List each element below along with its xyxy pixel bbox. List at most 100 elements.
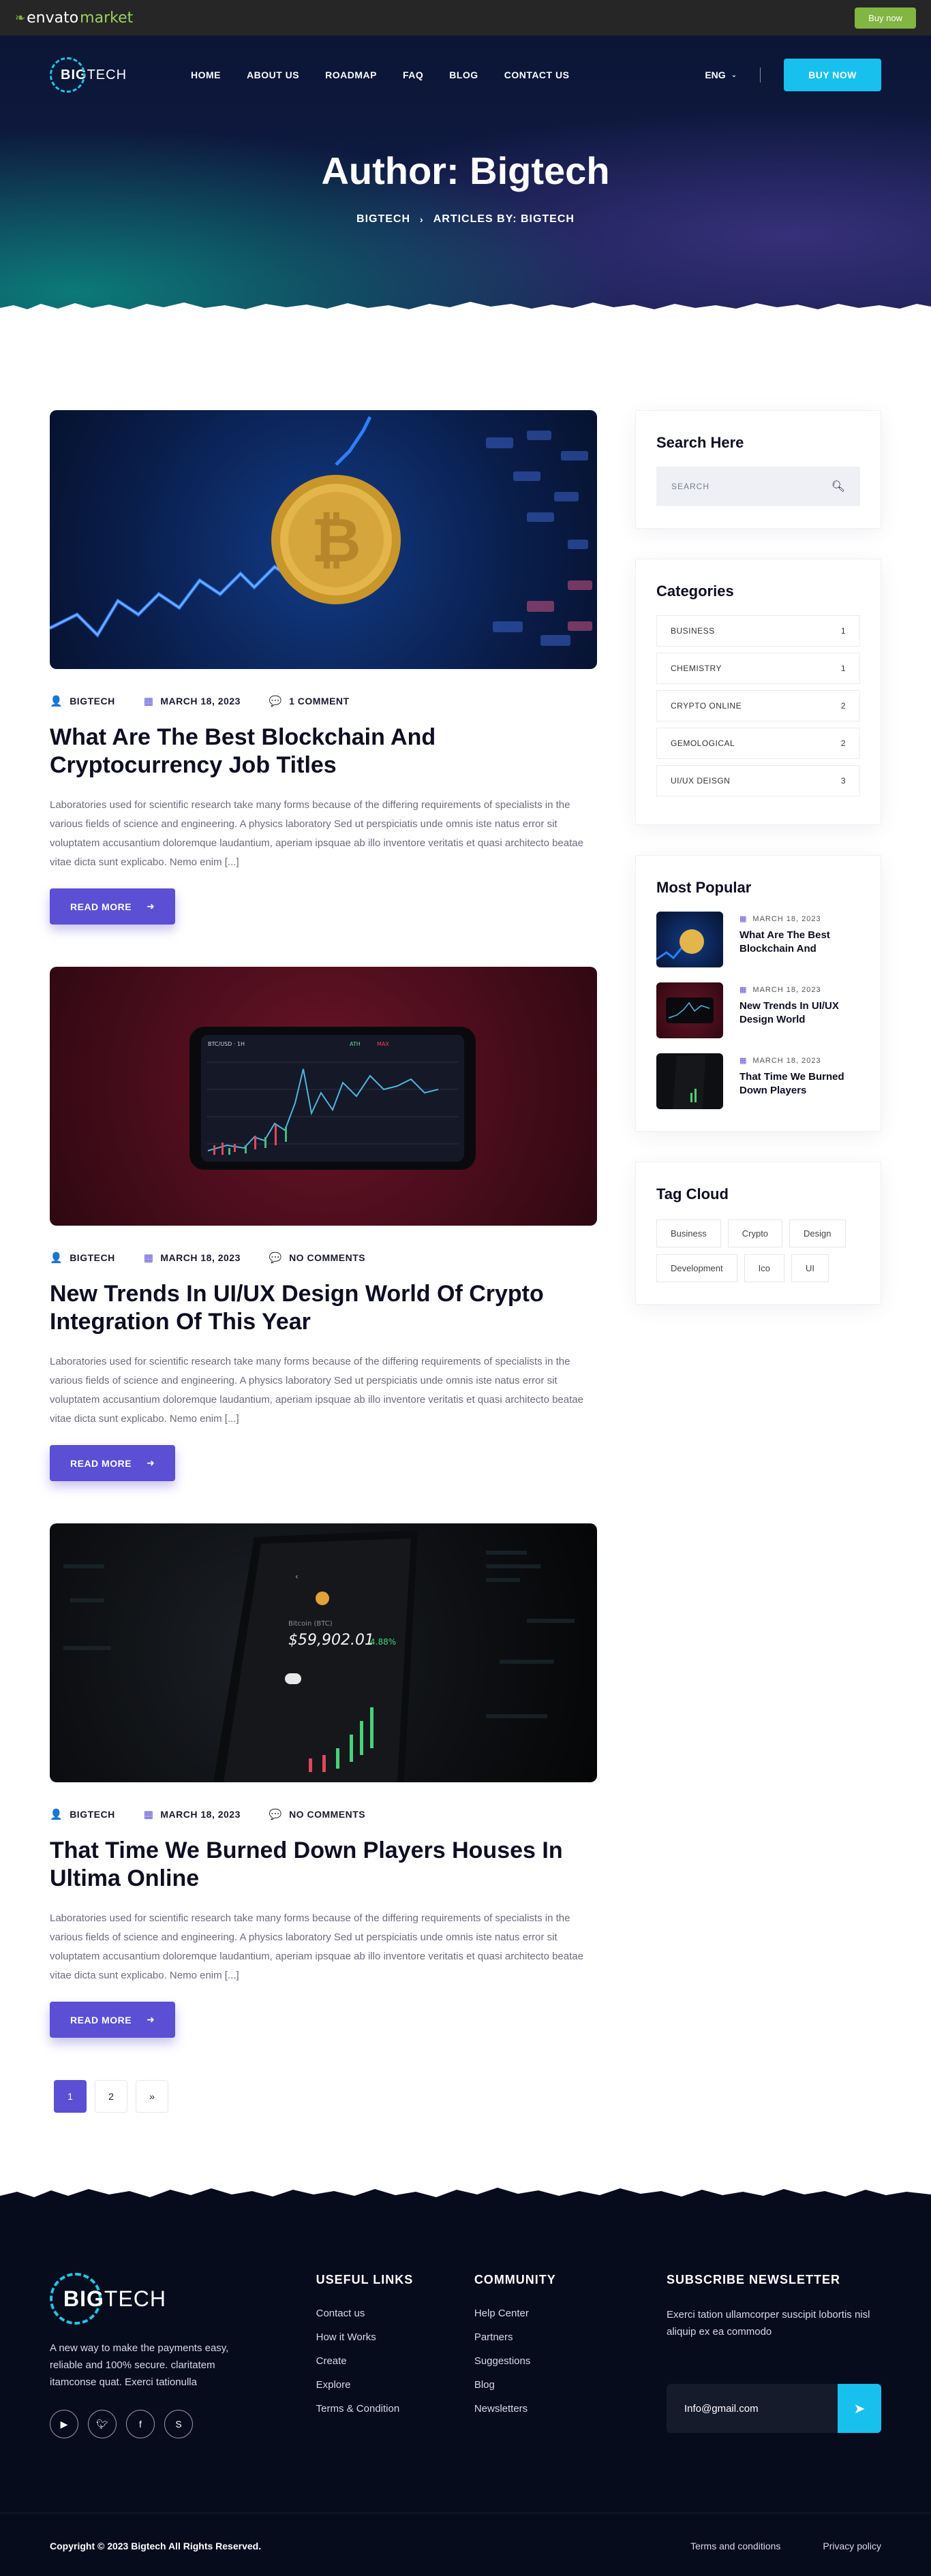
read-more-button[interactable]: READ MORE ➜: [50, 2002, 176, 2038]
popular-thumb-bitcoin[interactable]: [656, 912, 723, 967]
menu-item-home[interactable]: HOME: [191, 69, 221, 80]
footer-link[interactable]: Explore: [316, 2379, 351, 2391]
site-logo[interactable]: BIGTECH: [50, 57, 159, 93]
post-comments[interactable]: 💬 NO COMMENTS: [269, 1808, 365, 1820]
footer-link[interactable]: Suggestions: [474, 2355, 531, 2367]
popular-item[interactable]: ▦ MARCH 18, 2023 What Are The Best Blockc…: [656, 912, 860, 967]
tag-item[interactable]: Design: [789, 1220, 846, 1247]
post-author[interactable]: 👤 BIGTECH: [50, 1252, 115, 1264]
envato-logo-text: envato: [27, 9, 79, 27]
post-comments[interactable]: 💬 1 COMMENT: [269, 695, 350, 707]
breadcrumb-home[interactable]: BIGTECH: [356, 213, 410, 226]
post-card: BTC/USD · 1H ATH MAX 👤 BIGTECH ▦ MARCH 18,…: [50, 967, 597, 1481]
newsletter-email-input[interactable]: [667, 2384, 838, 2433]
hero-torn-edge: [0, 302, 931, 322]
tag-item[interactable]: Business: [656, 1220, 721, 1247]
footer-link[interactable]: Newsletters: [474, 2403, 528, 2415]
envato-buy-button[interactable]: Buy now: [855, 7, 916, 29]
popular-date: ▦ MARCH 18, 2023: [739, 985, 860, 995]
skype-icon[interactable]: S: [164, 2410, 193, 2438]
category-item[interactable]: CRYPTO ONLINE 2: [656, 690, 860, 721]
popular-thumb-art: [666, 997, 714, 1023]
footer-community: COMMUNITY Help Center Partners Suggestio…: [474, 2273, 632, 2438]
envato-logo[interactable]: ❧ envato market: [15, 10, 133, 27]
language-selector[interactable]: ENG ⌄: [705, 69, 737, 80]
tag-item[interactable]: Crypto: [727, 1220, 783, 1247]
menu-item-contact[interactable]: CONTACT US: [504, 69, 570, 80]
page-1[interactable]: 1: [54, 2080, 87, 2113]
footer-link[interactable]: Contact us: [316, 2308, 365, 2319]
read-more-label: READ MORE: [70, 901, 132, 912]
post-author-name: BIGTECH: [70, 696, 115, 707]
footer-link[interactable]: Help Center: [474, 2308, 529, 2319]
post-title[interactable]: That Time We Burned Down Players Houses …: [50, 1837, 597, 1893]
post-date-text: MARCH 18, 2023: [160, 1809, 241, 1820]
post-list: ₿ 👤 BIGTECH ▦ MARCH 18, 2023 💬 1 COMMENT Wh…: [50, 410, 597, 2113]
twitter-icon[interactable]: 🐦︎: [88, 2410, 117, 2438]
popular-item[interactable]: ▦ MARCH 18, 2023 New Trends In UI/UX Desi…: [656, 982, 860, 1038]
menu-item-faq[interactable]: FAQ: [403, 69, 423, 80]
chevron-down-icon: ⌄: [731, 71, 737, 79]
buy-now-button[interactable]: BUY NOW: [784, 59, 881, 91]
comment-icon: 💬: [269, 696, 283, 707]
youtube-icon[interactable]: ▶: [50, 2410, 78, 2438]
app-coin-price: $59,902.01: [288, 1632, 374, 1649]
popular-title-link[interactable]: That Time We Burned Down Players: [739, 1070, 860, 1098]
footer-link[interactable]: Blog: [474, 2379, 495, 2391]
search-icon[interactable]: 🔍︎: [831, 480, 845, 493]
popular-thumb-app[interactable]: [656, 1053, 723, 1109]
tag-item[interactable]: UI: [791, 1254, 829, 1282]
post-date[interactable]: ▦ MARCH 18, 2023: [144, 1808, 241, 1820]
tag-item[interactable]: Development: [656, 1254, 737, 1282]
sidebar: Search Here 🔍︎ Categories BUSINESS 1 CHEM…: [635, 410, 881, 2113]
post-author[interactable]: 👤 BIGTECH: [50, 695, 115, 707]
popular-title-link[interactable]: What Are The Best Blockchain And: [739, 929, 860, 956]
post-author[interactable]: 👤 BIGTECH: [50, 1808, 115, 1820]
category-name: BUSINESS: [671, 626, 715, 636]
post-image-bitcoin[interactable]: ₿: [50, 410, 597, 669]
post-date[interactable]: ▦ MARCH 18, 2023: [144, 1252, 241, 1264]
tag-item[interactable]: Ico: [744, 1254, 784, 1282]
user-icon: 👤: [50, 1252, 63, 1264]
calendar-icon: ▦: [739, 915, 748, 923]
category-item[interactable]: GEMOLOGICAL 2: [656, 728, 860, 759]
terms-link[interactable]: Terms and conditions: [690, 2541, 780, 2551]
footer-torn-edge: [0, 2188, 931, 2211]
post-comments[interactable]: 💬 NO COMMENTS: [269, 1252, 365, 1264]
post-image-trading-phone[interactable]: BTC/USD · 1H ATH MAX: [50, 967, 597, 1226]
category-name: GEMOLOGICAL: [671, 739, 735, 748]
popular-title-link[interactable]: New Trends In UI/UX Design World: [739, 999, 860, 1027]
post-image-crypto-app[interactable]: ‹ Bitcoin (BTC) $59,902.01 4.88%: [50, 1523, 597, 1782]
popular-thumb-trading[interactable]: [656, 982, 723, 1038]
main-content: ₿ 👤 BIGTECH ▦ MARCH 18, 2023 💬 1 COMMENT Wh…: [0, 322, 931, 2113]
breadcrumb: BIGTECH › ARTICLES BY: BIGTECH: [0, 213, 931, 226]
category-item[interactable]: BUSINESS 1: [656, 615, 860, 647]
search-input[interactable]: [671, 482, 831, 491]
category-item[interactable]: CHEMISTRY 1: [656, 653, 860, 684]
footer-link[interactable]: Partners: [474, 2331, 513, 2343]
post-title[interactable]: New Trends In UI/UX Design World Of Cryp…: [50, 1280, 597, 1336]
footer-link[interactable]: Create: [316, 2355, 347, 2367]
read-more-button[interactable]: READ MORE ➜: [50, 1445, 176, 1481]
user-icon: 👤: [50, 1809, 63, 1820]
facebook-icon[interactable]: f: [126, 2410, 155, 2438]
footer-logo[interactable]: BIGTECH: [50, 2273, 316, 2325]
send-icon[interactable]: ➤: [838, 2384, 881, 2433]
popular-item[interactable]: ▦ MARCH 18, 2023 That Time We Burned Down…: [656, 1053, 860, 1109]
post-comments-text: NO COMMENTS: [289, 1809, 366, 1820]
read-more-label: READ MORE: [70, 1457, 132, 1469]
category-count: 2: [840, 739, 846, 748]
page-2[interactable]: 2: [95, 2080, 127, 2113]
footer-link[interactable]: How it Works: [316, 2331, 376, 2343]
read-more-button[interactable]: READ MORE ➜: [50, 888, 176, 925]
privacy-link[interactable]: Privacy policy: [823, 2541, 881, 2551]
page-next[interactable]: »: [136, 2080, 168, 2113]
menu-item-blog[interactable]: BLOG: [449, 69, 478, 80]
category-item[interactable]: UI/UX DEISGN 3: [656, 765, 860, 796]
menu-item-about[interactable]: ABOUT US: [247, 69, 299, 80]
post-date[interactable]: ▦ MARCH 18, 2023: [144, 695, 241, 707]
footer-link[interactable]: Terms & Condition: [316, 2403, 400, 2415]
post-title[interactable]: What Are The Best Blockchain And Cryptoc…: [50, 724, 597, 779]
trading-phone-illustration: BTC/USD · 1H ATH MAX: [189, 1027, 476, 1170]
menu-item-roadmap[interactable]: ROADMAP: [325, 69, 377, 80]
